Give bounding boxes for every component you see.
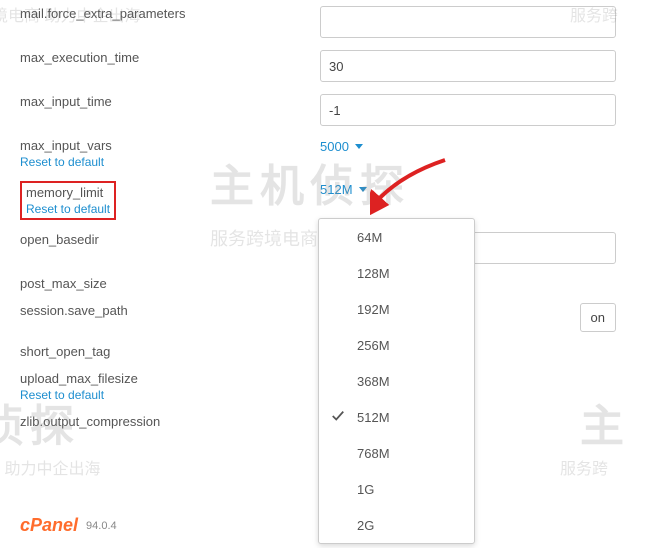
- dropdown-option-128m[interactable]: 128M: [319, 255, 474, 291]
- chevron-down-icon: [355, 144, 363, 149]
- memory-limit-dropdown-menu: 64M 128M 192M 256M 368M 512M 768M 1G 2G: [318, 218, 475, 544]
- cpanel-logo: cPanel: [20, 515, 78, 536]
- setting-label: max_execution_time: [20, 50, 139, 65]
- dropdown-option-512m[interactable]: 512M: [319, 399, 474, 435]
- setting-label: max_input_vars: [20, 138, 112, 153]
- max-input-vars-dropdown[interactable]: 5000: [320, 139, 363, 154]
- session-save-path-partial-button[interactable]: on: [580, 303, 616, 332]
- max-input-time-input[interactable]: [320, 94, 616, 126]
- setting-label: session.save_path: [20, 303, 128, 318]
- memory-limit-dropdown[interactable]: 512M: [320, 182, 367, 197]
- dropdown-option-368m[interactable]: 368M: [319, 363, 474, 399]
- reset-to-default-link[interactable]: Reset to default: [26, 202, 110, 216]
- chevron-down-icon: [359, 187, 367, 192]
- cpanel-version: 94.0.4: [86, 520, 117, 532]
- setting-label: upload_max_filesize: [20, 371, 138, 386]
- check-icon: [331, 409, 345, 423]
- setting-label: mail.force_extra_parameters: [20, 6, 185, 21]
- setting-row-max-input-vars: max_input_vars Reset to default 5000: [0, 132, 646, 175]
- dropdown-value: 512M: [320, 182, 353, 197]
- watermark: 务跨境电商 助力中企出海: [0, 455, 100, 479]
- setting-label: open_basedir: [20, 232, 99, 247]
- dropdown-option-2g[interactable]: 2G: [319, 507, 474, 543]
- dropdown-value: 5000: [320, 139, 349, 154]
- setting-label: post_max_size: [20, 276, 107, 291]
- setting-row-max-input-time: max_input_time: [0, 88, 646, 132]
- dropdown-option-768m[interactable]: 768M: [319, 435, 474, 471]
- max-execution-time-input[interactable]: [320, 50, 616, 82]
- dropdown-option-192m[interactable]: 192M: [319, 291, 474, 327]
- memory-limit-highlight: memory_limit Reset to default: [20, 181, 116, 220]
- setting-label: memory_limit: [26, 185, 103, 200]
- setting-label: max_input_time: [20, 94, 112, 109]
- setting-label: short_open_tag: [20, 344, 110, 359]
- watermark: 服务跨: [560, 455, 608, 479]
- reset-to-default-link[interactable]: Reset to default: [20, 388, 320, 402]
- setting-row-max-execution-time: max_execution_time: [0, 44, 646, 88]
- mail-force-extra-parameters-input[interactable]: [320, 6, 616, 38]
- setting-label: zlib.output_compression: [20, 414, 160, 429]
- dropdown-option-256m[interactable]: 256M: [319, 327, 474, 363]
- setting-row-mail-force-extra-parameters: mail.force_extra_parameters: [0, 0, 646, 44]
- footer: cPanel 94.0.4: [20, 515, 117, 536]
- reset-to-default-link[interactable]: Reset to default: [20, 155, 320, 169]
- dropdown-option-1g[interactable]: 1G: [319, 471, 474, 507]
- dropdown-option-64m[interactable]: 64M: [319, 219, 474, 255]
